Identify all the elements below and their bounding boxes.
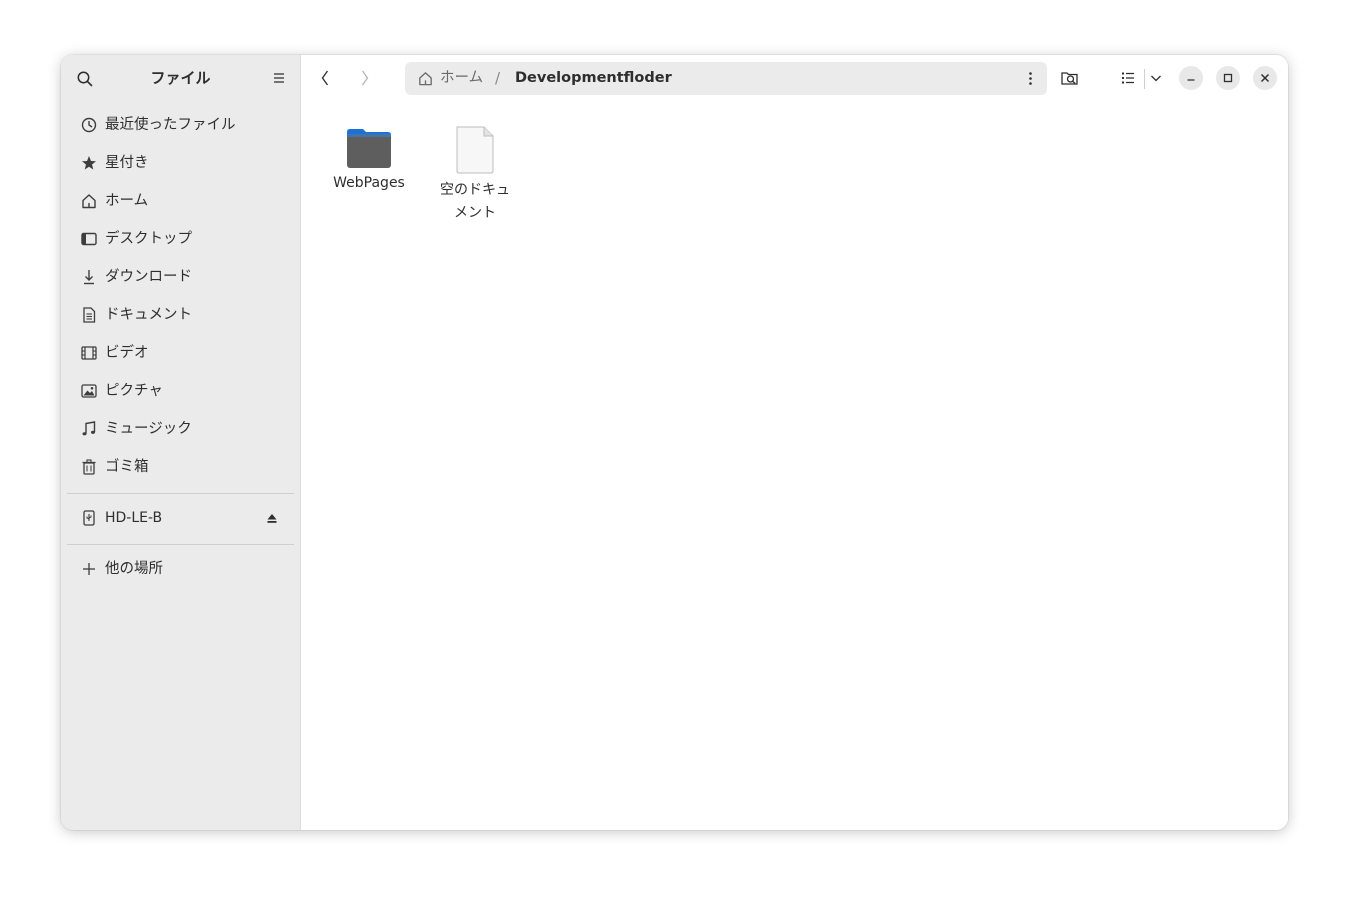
list-view-icon[interactable] [1116, 66, 1140, 90]
sidebar-item-label: 他の場所 [105, 561, 163, 577]
sidebar-item-label: ピクチャ [105, 383, 163, 399]
sidebar-item-device-hd-le-b[interactable]: HD-LE-B [73, 501, 289, 535]
sidebar-divider [67, 544, 294, 545]
sidebar-item-videos[interactable]: ビデオ [73, 336, 289, 370]
minimize-button[interactable] [1179, 66, 1203, 90]
breadcrumb-separator: / [495, 69, 501, 87]
home-icon [82, 194, 96, 209]
file-item-document[interactable]: 空のドキュ メント [429, 125, 521, 225]
search-folder-button[interactable] [1058, 66, 1082, 90]
forward-button[interactable] [353, 66, 377, 90]
sidebar-item-label: デスクトップ [105, 231, 192, 247]
sidebar-item-home[interactable]: ホーム [73, 184, 289, 218]
download-icon [84, 270, 94, 285]
back-button[interactable] [313, 66, 337, 90]
usb-drive-icon [83, 510, 95, 526]
sidebar-item-trash[interactable]: ゴミ箱 [73, 450, 289, 484]
sidebar-item-label: 最近使ったファイル [105, 117, 236, 133]
sidebar-item-recent[interactable]: 最近使ったファイル [73, 108, 289, 142]
breadcrumb-current-folder[interactable]: Developmentfloder [515, 62, 672, 95]
close-button[interactable] [1253, 66, 1277, 90]
sidebar-item-label: ミュージック [105, 421, 192, 437]
sidebar-item-label: ホーム [105, 193, 149, 209]
sidebar-item-music[interactable]: ミュージック [73, 412, 289, 446]
file-name-line-1: 空のドキュ [440, 182, 510, 198]
plus-icon [83, 563, 95, 575]
hamburger-menu-icon[interactable] [271, 70, 287, 86]
more-options-icon[interactable] [1022, 70, 1039, 87]
sidebar-divider [67, 493, 294, 494]
sidebar-item-label: 星付き [105, 155, 149, 171]
home-icon[interactable] [417, 70, 434, 87]
sidebar-item-label: HD-LE-B [105, 510, 163, 526]
sidebar-header: ファイル [61, 55, 300, 101]
maximize-icon [1223, 73, 1233, 83]
eject-icon[interactable] [265, 511, 279, 525]
sidebar-item-label: ゴミ箱 [105, 459, 149, 475]
sidebar-item-downloads[interactable]: ダウンロード [73, 260, 289, 294]
file-manager-window: ファイル 最近使ったファイル 星付き ホーム デスクトップ ダウンロード ドキュ… [61, 55, 1288, 830]
app-title: ファイル [150, 69, 211, 87]
file-name-line-2: メント [454, 205, 496, 221]
sidebar: ファイル 最近使ったファイル 星付き ホーム デスクトップ ダウンロード ドキュ… [61, 55, 301, 830]
sidebar-item-label: ビデオ [105, 345, 149, 361]
path-bar[interactable]: ホーム / Developmentfloder [405, 62, 1047, 95]
star-icon [82, 156, 96, 170]
sidebar-item-label: ドキュメント [105, 307, 192, 323]
close-icon [1260, 73, 1270, 83]
file-name: WebPages [333, 175, 405, 191]
folder-icon [347, 129, 391, 168]
breadcrumb-home[interactable]: ホーム [440, 62, 483, 95]
sidebar-item-pictures[interactable]: ピクチャ [73, 374, 289, 408]
file-view: WebPages 空のドキュ メント [301, 101, 1288, 830]
empty-document-icon [456, 126, 494, 174]
music-icon [82, 421, 96, 436]
minimize-icon [1187, 79, 1195, 81]
sidebar-item-starred[interactable]: 星付き [73, 146, 289, 180]
sidebar-item-label: ダウンロード [105, 269, 192, 285]
chevron-down-icon[interactable] [1144, 66, 1168, 90]
sidebar-item-other-locations[interactable]: 他の場所 [73, 552, 289, 586]
sidebar-item-desktop[interactable]: デスクトップ [73, 222, 289, 256]
document-icon [83, 307, 96, 323]
picture-icon [81, 384, 97, 398]
file-item-folder[interactable]: WebPages [323, 126, 415, 195]
header-bar: ホーム / Developmentfloder [301, 55, 1288, 101]
maximize-button[interactable] [1216, 66, 1240, 90]
desktop-icon [81, 232, 97, 246]
clock-icon [81, 117, 97, 133]
film-icon [81, 346, 97, 360]
trash-icon [82, 459, 96, 475]
sidebar-item-documents[interactable]: ドキュメント [73, 298, 289, 332]
